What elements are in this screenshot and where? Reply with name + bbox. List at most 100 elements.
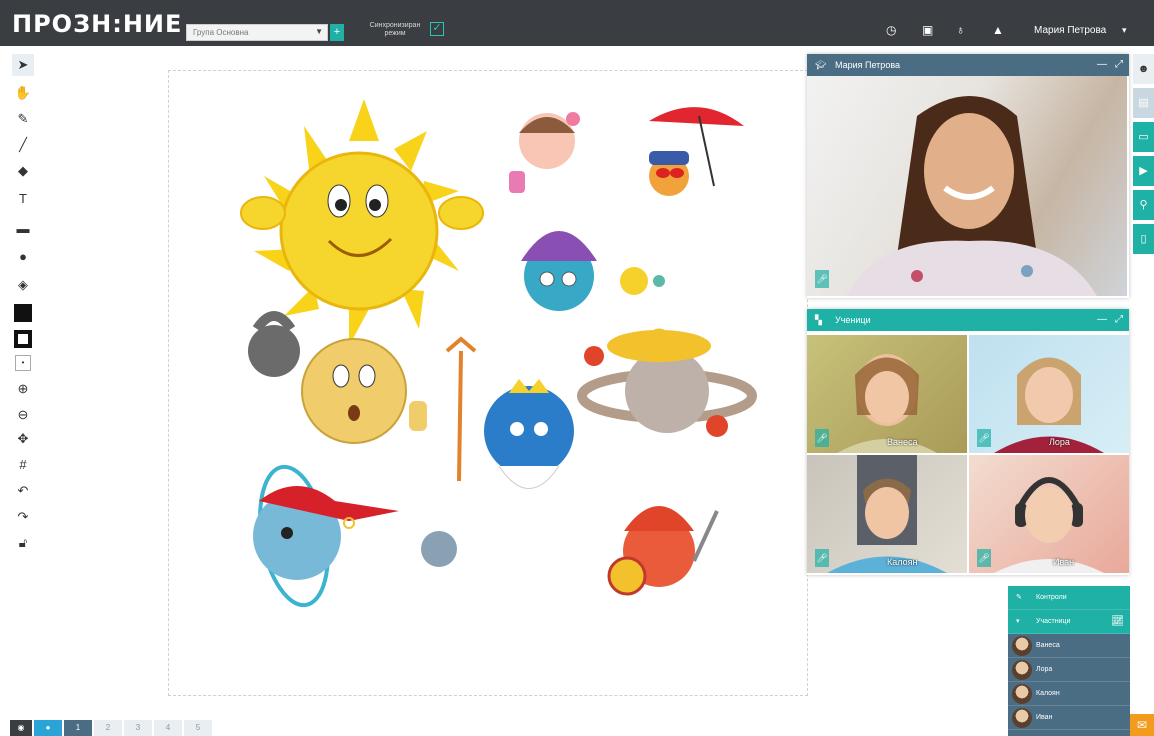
chevron-down-icon[interactable]: ▾	[1122, 25, 1127, 36]
chevron-down-icon: ▾	[1016, 618, 1020, 625]
group-select-value: Група Основна	[193, 28, 249, 37]
fill-color-swatch[interactable]	[12, 302, 34, 324]
add-group-button[interactable]: +	[330, 24, 344, 41]
save-icon[interactable]: ▣	[922, 23, 933, 37]
unlock-icon[interactable]: 🔓︎	[12, 532, 34, 554]
current-page-indicator[interactable]: ●	[34, 720, 62, 736]
participant-name: Калоян	[1036, 690, 1060, 697]
pen-tool-icon[interactable]: ✎	[12, 108, 34, 130]
teacher-window-titlebar[interactable]: 🎓︎ Мария Петрова — ⤢	[807, 54, 1129, 76]
participants-label: Участници	[1036, 618, 1071, 625]
page-button[interactable]: 5	[184, 720, 212, 736]
hand-tool-icon[interactable]: ✋	[12, 82, 34, 104]
sun-sticker	[240, 99, 484, 346]
chat-tab-icon[interactable]: ▭	[1133, 122, 1154, 152]
student-photo	[837, 354, 937, 453]
student-video-tile[interactable]: 🎤︎ Лора	[969, 335, 1129, 453]
page-navigation: ◉ ● 1 2 3 4 5	[10, 720, 214, 736]
microphone-icon[interactable]: 🎤︎	[977, 429, 991, 447]
chevron-down-icon: ▼	[315, 27, 323, 36]
user-menu[interactable]: Мария Петрова	[1034, 25, 1106, 36]
book-tab-icon[interactable]: ▯	[1133, 224, 1154, 254]
app-logo[interactable]: ПРОЗН:НИЕ	[12, 10, 182, 38]
profile-tab-icon[interactable]: ☻	[1133, 54, 1154, 84]
participant-row[interactable]: Калоян	[1008, 682, 1130, 706]
attachment-tab-icon[interactable]: ⚲	[1133, 190, 1154, 220]
undo-icon[interactable]: ↶	[12, 480, 34, 502]
fill-tool-icon[interactable]: ◆	[12, 160, 34, 182]
eye-icon[interactable]: ◉	[10, 720, 32, 736]
wrench-icon: ✎	[1016, 594, 1022, 601]
play-tab-icon[interactable]: ▶	[1133, 156, 1154, 186]
group-select[interactable]: Група Основна ▼	[186, 24, 328, 41]
sync-mode-checkbox[interactable]: ✓	[430, 22, 444, 36]
king-planet-sticker	[445, 336, 574, 489]
page-button[interactable]: 3	[124, 720, 152, 736]
participant-name: Лора	[1036, 666, 1053, 673]
avatar	[1012, 660, 1032, 680]
student-name: Калоян	[887, 557, 918, 567]
zoom-in-icon[interactable]: ⊕	[12, 378, 34, 400]
stroke-color-swatch[interactable]	[12, 328, 34, 350]
chat-bubble-icon[interactable]: ✉	[1130, 714, 1154, 736]
teacher-video-window[interactable]: 🎓︎ Мария Петрова — ⤢ 🎤︎	[807, 54, 1129, 298]
redo-icon[interactable]: ↷	[12, 506, 34, 528]
participant-row[interactable]: Ванеса	[1008, 634, 1130, 658]
student-video-tile[interactable]: 🎤︎ Калоян	[807, 455, 967, 573]
sombrero-planet-sticker	[577, 328, 757, 437]
microphone-icon[interactable]: 🎤︎	[815, 549, 829, 567]
minimize-icon[interactable]: —	[1097, 54, 1107, 76]
chart-icon[interactable]: 📈︎	[1111, 610, 1124, 634]
participant-row[interactable]: Лора	[1008, 658, 1130, 682]
students-tab-icon[interactable]: ▤	[1133, 88, 1154, 118]
page-button[interactable]: 2	[94, 720, 122, 736]
student-photo	[994, 357, 1104, 453]
avatar	[1012, 708, 1032, 728]
controls-label: Контроли	[1036, 594, 1067, 601]
microphone-icon[interactable]: 🎤︎	[815, 270, 829, 288]
controls-row[interactable]: ✎ Контроли	[1008, 586, 1130, 610]
sync-mode-label: Синхронизиран режим	[369, 22, 421, 37]
pirate-planet-sticker	[253, 464, 399, 608]
strong-planet-sticker	[248, 311, 427, 444]
page-button[interactable]: 1	[64, 720, 92, 736]
grid-icon[interactable]: #	[12, 454, 34, 476]
award-icon[interactable]: ♁	[956, 23, 965, 37]
student-name: Ванеса	[887, 437, 918, 447]
participant-name: Ванеса	[1036, 642, 1060, 649]
teacher-icon: 🎓︎	[815, 60, 827, 70]
students-window-titlebar[interactable]: ▚ Ученици — ⤢	[807, 309, 1129, 331]
expand-icon[interactable]: ⤢	[1115, 54, 1123, 76]
select-tool-icon[interactable]: ➤	[12, 54, 34, 76]
baby-planet-sticker	[421, 531, 457, 567]
page-button[interactable]: 4	[154, 720, 182, 736]
participant-row[interactable]: Иван	[1008, 706, 1130, 730]
participants-header[interactable]: ▾ Участници 📈︎	[1008, 610, 1130, 634]
teacher-window-title: Мария Петрова	[835, 60, 901, 70]
students-icon: ▚	[815, 315, 822, 325]
notification-icon[interactable]: ▲	[992, 23, 1004, 37]
participant-name: Иван	[1036, 714, 1053, 721]
student-video-tile[interactable]: 🎤︎ Иван	[969, 455, 1129, 573]
clock-icon[interactable]: ◷	[886, 23, 896, 37]
whiteboard-canvas[interactable]	[168, 70, 808, 696]
text-tool-icon[interactable]: T	[12, 188, 34, 210]
umbrella-planet-sticker	[649, 107, 744, 196]
pan-icon[interactable]: ✥	[12, 428, 34, 450]
participants-panel: ✎ Контроли ▾ Участници 📈︎ Ванеса Лора Ка…	[1008, 586, 1130, 736]
shape-tool-icon[interactable]: ◈	[12, 274, 34, 296]
expand-icon[interactable]: ⤢	[1115, 309, 1123, 331]
rectangle-tool-icon[interactable]: ▬	[12, 218, 34, 240]
microphone-icon[interactable]: 🎤︎	[977, 549, 991, 567]
top-bar: ПРОЗН:НИЕ Група Основна ▼ + Синхронизира…	[0, 0, 1154, 46]
zoom-out-icon[interactable]: ⊖	[12, 404, 34, 426]
minimize-icon[interactable]: —	[1097, 309, 1107, 331]
ellipse-tool-icon[interactable]: ●	[12, 246, 34, 268]
avatar	[1012, 636, 1032, 656]
students-video-window[interactable]: ▚ Ученици — ⤢ 🎤︎ Ванеса 🎤︎ Лора 🎤︎ Калоя…	[807, 309, 1129, 575]
microphone-icon[interactable]: 🎤︎	[815, 429, 829, 447]
line-tool-icon[interactable]: ╱	[12, 134, 34, 156]
student-video-tile[interactable]: 🎤︎ Ванеса	[807, 335, 967, 453]
student-name: Лора	[1049, 437, 1070, 447]
stroke-width-icon[interactable]: •	[12, 352, 34, 374]
